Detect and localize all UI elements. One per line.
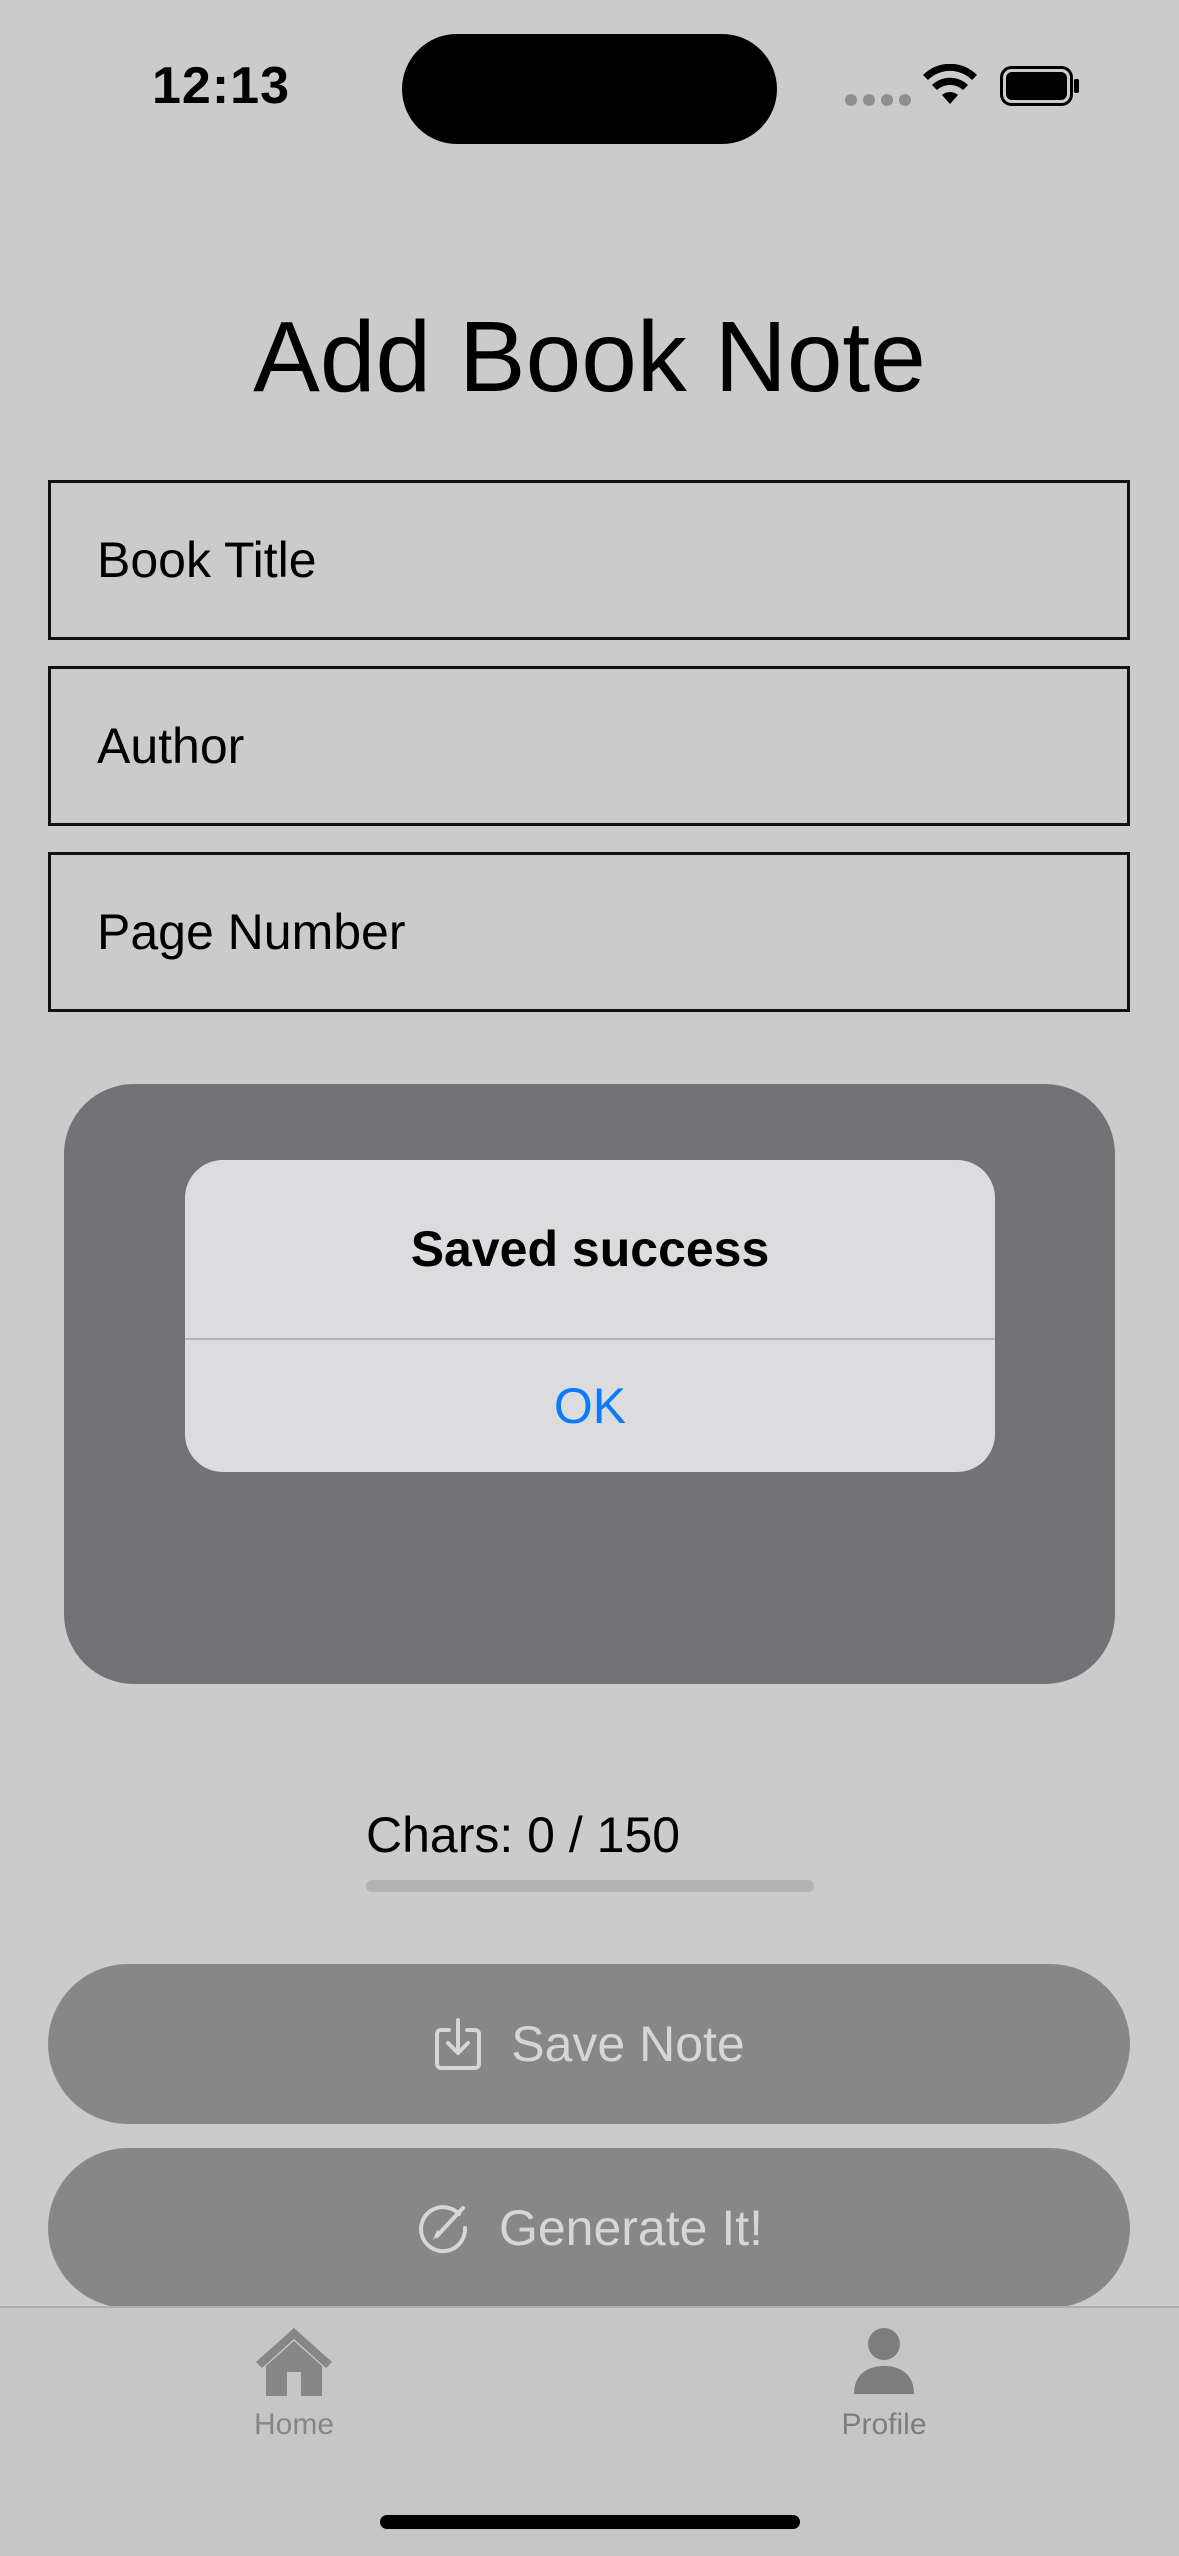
add-book-note-screen: 12:13 Add Book Note Book Title Author Pa… — [0, 0, 1179, 2556]
pencil-circle-icon — [415, 2200, 471, 2256]
author-input[interactable]: Author — [48, 666, 1130, 826]
save-note-label: Save Note — [511, 2016, 745, 2072]
page-number-input[interactable]: Page Number — [48, 852, 1130, 1012]
saved-alert-dialog: Saved success OK — [185, 1160, 995, 1472]
book-title-placeholder: Book Title — [97, 532, 317, 588]
alert-ok-button[interactable]: OK — [185, 1340, 995, 1472]
dynamic-island — [402, 34, 777, 144]
save-note-button[interactable]: Save Note — [48, 1964, 1130, 2124]
char-progress-bar — [366, 1880, 814, 1892]
page-number-placeholder: Page Number — [97, 904, 406, 960]
home-indicator — [380, 2515, 800, 2529]
status-time: 12:13 — [152, 57, 290, 115]
generate-it-label: Generate It! — [498, 2200, 764, 2256]
battery-icon — [1000, 66, 1079, 106]
page-title: Add Book Note — [253, 301, 926, 413]
generate-it-button[interactable]: Generate It! — [48, 2148, 1130, 2308]
tab-profile-label: Profile — [841, 2408, 927, 2441]
save-download-icon — [433, 2016, 483, 2072]
alert-title: Saved success — [410, 1221, 770, 1277]
author-placeholder: Author — [97, 718, 245, 774]
char-counter: Chars: 0 / 150 — [366, 1807, 681, 1863]
person-icon — [854, 2328, 914, 2394]
tab-home-label: Home — [253, 2408, 335, 2441]
book-title-input[interactable]: Book Title — [48, 480, 1130, 640]
cellular-signal-icon — [845, 94, 911, 106]
house-icon — [256, 2328, 332, 2396]
tab-home[interactable]: Home — [194, 2324, 394, 2442]
wifi-icon — [923, 64, 977, 104]
tab-profile[interactable]: Profile — [784, 2324, 984, 2442]
